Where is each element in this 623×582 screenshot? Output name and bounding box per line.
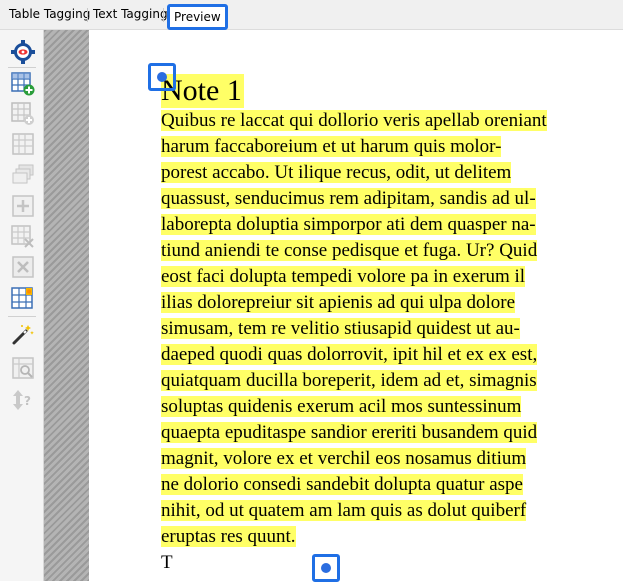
paragraph-line: quiatquam ducilla boreperit, idem ad et,… (161, 370, 537, 391)
tab-divider (163, 8, 164, 22)
paragraph-line: daeped quodi quas dolorrovit, ipit hil e… (161, 344, 538, 365)
tab-preview[interactable]: Preview (167, 4, 228, 30)
page-gutter (44, 30, 89, 581)
paragraph-line: Quibus re laccat qui dollorio veris apel… (161, 110, 547, 131)
document-paragraph: Quibus re laccat qui dollorio veris apel… (161, 108, 623, 576)
table-inspect-icon[interactable] (11, 356, 35, 380)
clear-cells-icon[interactable] (11, 255, 35, 279)
toolbar-divider (8, 67, 36, 68)
paragraph-line: quaepta epuditaspe sandior ereriti busan… (161, 422, 538, 443)
eye-settings-icon[interactable] (11, 40, 35, 64)
next-paragraph-fragment: T (161, 552, 173, 573)
paragraph-line: soluptas quidenis exerum acil mos suntes… (161, 396, 522, 417)
highlight-cell-icon[interactable] (11, 287, 35, 311)
handle-dot (321, 563, 331, 573)
tab-text-tagging[interactable]: Text Tagging (93, 7, 168, 21)
toolbar-divider (8, 316, 36, 317)
paragraph-line: simusam, tem re velitio stiusapid quides… (161, 318, 520, 339)
paragraph-line: tiund aniendi te conse pedisque et fuga.… (161, 240, 538, 261)
insert-table-icon[interactable] (11, 72, 35, 96)
table-grid-icon[interactable] (11, 132, 35, 156)
selection-start-handle[interactable] (148, 63, 176, 91)
tab-table-tagging[interactable]: Table Tagging (9, 7, 90, 21)
paragraph-line: ilias dolorepreiur sit apienis ad qui ul… (161, 292, 516, 313)
stack-layers-icon[interactable] (11, 162, 35, 186)
preview-page[interactable]: Note 1 Quibus re laccat qui dollorio ver… (89, 30, 623, 581)
paragraph-line: ne dolorio consedi sandebit dolupta quat… (161, 474, 523, 495)
paragraph-line: harum faccaboreium et ut harum quis molo… (161, 136, 502, 157)
selection-end-handle[interactable] (312, 554, 340, 582)
merge-cells-icon[interactable] (11, 194, 35, 218)
magic-wand-icon[interactable] (11, 322, 35, 346)
tab-bar: Table Tagging Text Tagging Preview (0, 0, 623, 30)
paragraph-line: magnit, volore ex et verchil eos nosamus… (161, 448, 527, 469)
delete-cells-icon[interactable] (11, 225, 35, 249)
sort-help-icon[interactable]: ? (11, 388, 35, 412)
tab-divider (87, 8, 88, 22)
paragraph-line: eost faci dolupta tempedi volore pa in e… (161, 266, 526, 287)
tag-toolbar: ? (0, 30, 44, 581)
svg-text:?: ? (24, 394, 31, 408)
add-row-icon[interactable] (11, 102, 35, 126)
paragraph-line: nihit, od ut quatem am lam quis as dolut… (161, 500, 527, 521)
handle-dot (157, 72, 167, 82)
paragraph-line: porest accabo. Ut ilique recus, odit, ut… (161, 162, 512, 183)
paragraph-line: laborepta doluptia simporpor ati dem qua… (161, 214, 536, 235)
paragraph-line: quassust, senducimus rem adipitam, sandi… (161, 188, 536, 209)
paragraph-line: eruptas res quunt. (161, 526, 296, 547)
